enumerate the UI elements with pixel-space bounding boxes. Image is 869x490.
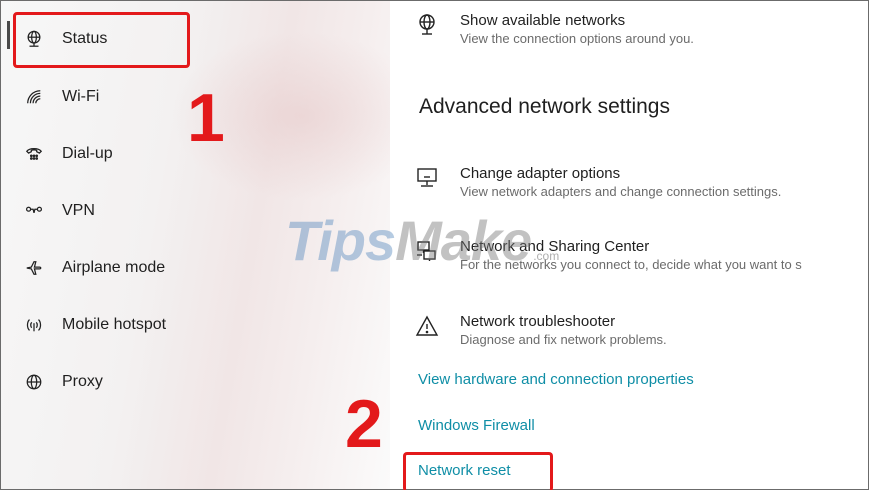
setting-title: Show available networks [460,12,626,29]
sidebar-item-airplane-mode[interactable]: Airplane mode [23,252,323,284]
network-troubleshooter[interactable]: Network troubleshooter Diagnose and fix … [415,312,667,349]
sidebar-item-proxy[interactable]: Proxy [23,366,323,398]
warning-triangle-icon [415,314,441,340]
show-available-networks[interactable]: Show available networks View the connect… [415,11,694,48]
wifi-icon [23,86,45,108]
network-reset-highlight-box [403,452,553,490]
network-globe-icon [415,13,441,39]
main-panel: Show available networks View the connect… [390,1,868,489]
section-heading: Advanced network settings [419,95,670,118]
sidebar-item-vpn[interactable]: VPN [23,195,323,227]
sidebar-item-label: Dial-up [62,145,113,162]
view-hardware-link[interactable]: View hardware and connection properties [418,371,694,388]
sidebar-item-label: Wi-Fi [62,88,100,105]
windows-firewall-link[interactable]: Windows Firewall [418,417,535,434]
adapter-monitor-icon [415,166,441,192]
dial-up-icon [23,143,45,165]
setting-title: Change adapter options [460,165,621,182]
setting-description: View the connection options around you. [460,31,694,46]
sidebar-item-dial-up[interactable]: Dial-up [23,138,323,170]
airplane-icon [23,257,45,279]
network-and-sharing-center[interactable]: Network and Sharing Center For the netwo… [415,237,802,274]
sidebar-item-wifi[interactable]: Wi-Fi [23,81,323,113]
setting-title: Network and Sharing Center [460,238,650,255]
step-1-label: 1 [187,80,225,156]
selected-indicator [7,21,10,49]
sidebar-item-label: Mobile hotspot [62,316,167,333]
sidebar-item-mobile-hotspot[interactable]: Mobile hotspot [23,309,323,341]
sidebar: Status Wi-Fi Dial-up VPN Airplane mode M… [1,1,390,489]
status-highlight-box [13,12,190,68]
sidebar-item-label: VPN [62,202,95,219]
setting-description: Diagnose and fix network problems. [460,332,667,347]
sidebar-item-label: Airplane mode [62,259,166,276]
step-2-label: 2 [345,386,383,462]
globe-icon [23,371,45,393]
sidebar-item-label: Proxy [62,373,103,390]
setting-title: Network troubleshooter [460,313,616,330]
setting-description: View network adapters and change connect… [460,184,782,199]
sharing-center-icon [415,239,441,265]
vpn-icon [23,200,45,222]
setting-description: For the networks you connect to, decide … [460,257,802,272]
hotspot-icon [23,314,45,336]
change-adapter-options[interactable]: Change adapter options View network adap… [415,164,781,201]
